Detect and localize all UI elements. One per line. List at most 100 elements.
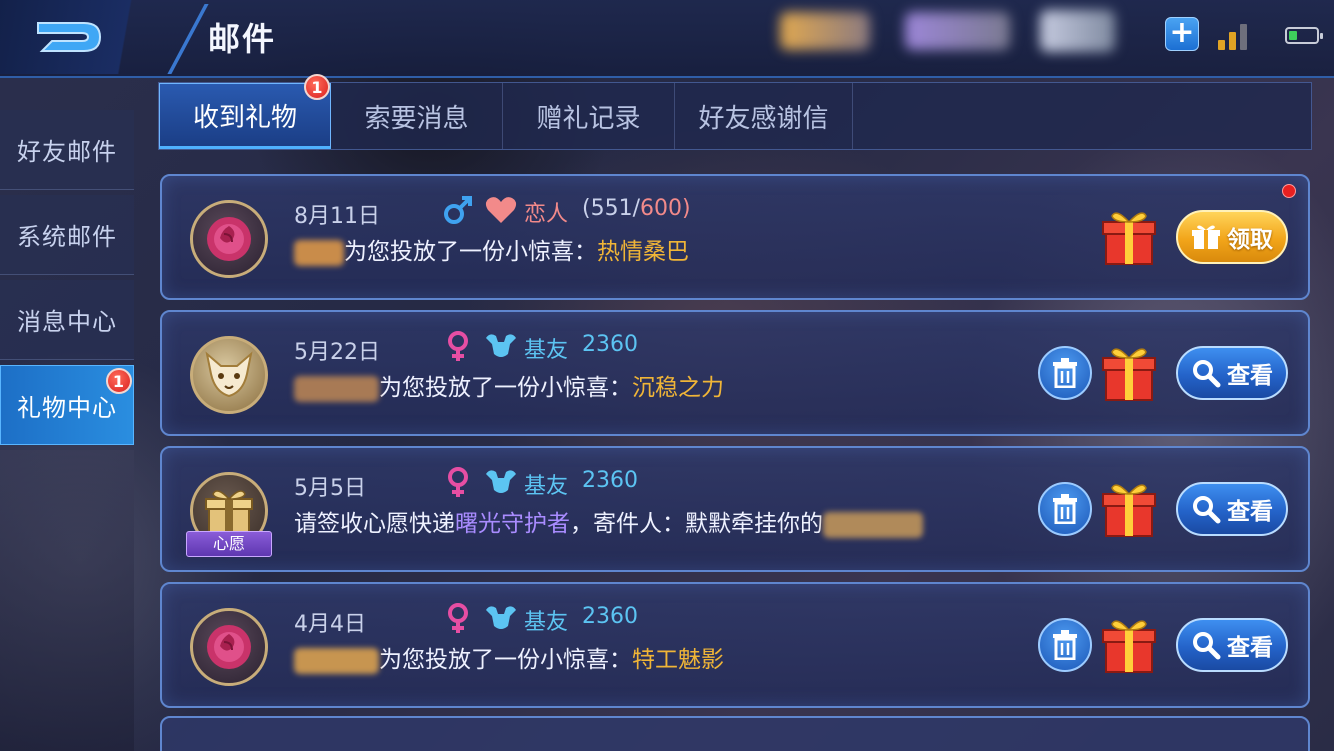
view-button[interactable]: 查看 — [1176, 482, 1288, 536]
magnifier-icon — [1193, 632, 1221, 660]
redacted-sender — [823, 511, 923, 538]
tab-label: 收到礼物 — [192, 102, 297, 133]
relation-label: 基友 — [524, 474, 569, 499]
mail-item[interactable]: 4月4日 基友 2360 为您投放了一份小惊喜：特工魅影 查看 — [160, 582, 1310, 708]
mail-date: 5月5日 — [294, 476, 366, 501]
gift-name: 曙光守护者 — [455, 511, 570, 537]
tab-label: 索要消息 — [364, 103, 469, 134]
tab-received-gifts[interactable]: 收到礼物 1 — [159, 74, 331, 149]
trash-icon — [1053, 630, 1077, 660]
muscle-icon — [486, 606, 516, 629]
magnifier-icon — [1193, 360, 1221, 388]
view-button[interactable]: 查看 — [1176, 346, 1288, 400]
notification-badge: 1 — [304, 74, 330, 100]
gift-box-icon — [1102, 348, 1156, 401]
sidebar-item-label: 好友邮件 — [17, 138, 117, 166]
relation-label: 恋人 — [524, 202, 569, 227]
fox-avatar — [190, 336, 268, 414]
delete-button[interactable] — [1038, 618, 1092, 672]
muscle-icon — [486, 470, 516, 493]
female-icon — [448, 331, 468, 361]
claim-label: 领取 — [1227, 227, 1273, 253]
sidebar-empty-area — [0, 450, 134, 751]
sidebar-item-gift-center[interactable]: 礼物中心 1 — [0, 365, 134, 445]
gift-box-icon — [1102, 212, 1156, 265]
back-arrow-icon — [37, 22, 102, 52]
notification-badge: 1 — [106, 368, 132, 394]
tab-label: 赠礼记录 — [536, 103, 641, 134]
redacted-currency — [780, 12, 870, 50]
rose-icon — [207, 217, 251, 261]
sidebar-item-friend-mail[interactable]: 好友邮件 — [0, 110, 134, 190]
view-label: 查看 — [1227, 499, 1273, 525]
gift-name: 热情桑巴 — [597, 239, 689, 265]
tab-request-messages[interactable]: 索要消息 — [331, 83, 503, 149]
battery-icon — [1285, 27, 1323, 44]
mail-date: 5月22日 — [294, 340, 380, 365]
mail-message: 为您投放了一份小惊喜：特工魅影 — [294, 640, 724, 674]
sidebar-item-message-center[interactable]: 消息中心 — [0, 280, 134, 360]
gift-name: 沉稳之力 — [632, 375, 724, 401]
sidebar-item-label: 礼物中心 — [17, 393, 117, 422]
magnifier-icon — [1193, 496, 1221, 524]
redacted-sender — [294, 375, 379, 402]
redacted-currency — [1040, 10, 1115, 52]
top-bar: 邮件 + — [0, 0, 1334, 78]
male-icon — [444, 196, 472, 224]
gift-box-icon — [1102, 620, 1156, 673]
sidebar: 好友邮件 系统邮件 消息中心 礼物中心 1 — [0, 80, 134, 751]
unread-indicator — [1282, 184, 1296, 198]
add-currency-button[interactable]: + — [1165, 17, 1199, 51]
mail-item[interactable]: 8月11日 恋人 (551/ 600) 为您投放了一份小惊喜：热情桑巴 领取 — [160, 174, 1310, 300]
view-button[interactable]: 查看 — [1176, 618, 1288, 672]
signal-bar — [1218, 40, 1225, 50]
gift-box-icon — [205, 490, 253, 535]
battery-level — [1289, 31, 1297, 40]
message-text: 请签收心愿快递 — [294, 511, 455, 537]
heart-icon — [485, 197, 517, 223]
signal-bar — [1229, 32, 1236, 50]
mail-item[interactable]: 心愿 5月5日 基友 2360 请签收心愿快递曙光守护者，寄件人：默默牵挂你的 … — [160, 446, 1310, 572]
gift-icon — [1192, 225, 1220, 249]
tab-thank-you-letters[interactable]: 好友感谢信 — [675, 83, 853, 149]
muscle-icon — [486, 334, 516, 357]
claim-button[interactable]: 领取 — [1176, 210, 1288, 264]
message-text: ，寄件人：默默牵挂你的 — [570, 511, 823, 537]
wish-tag: 心愿 — [186, 531, 272, 557]
mail-item-partial[interactable] — [160, 716, 1310, 751]
rose-avatar — [190, 200, 268, 278]
message-text: 为您投放了一份小惊喜： — [379, 647, 632, 673]
sidebar-item-label: 消息中心 — [17, 308, 117, 336]
message-text: 为您投放了一份小惊喜： — [379, 375, 632, 401]
sidebar-item-label: 系统邮件 — [17, 223, 117, 251]
mail-date: 4月4日 — [294, 612, 366, 637]
redacted-sender — [294, 239, 344, 266]
delete-button[interactable] — [1038, 346, 1092, 400]
intimacy-max: 600) — [640, 196, 691, 221]
intimacy-value: 2360 — [582, 468, 638, 493]
mail-message: 请签收心愿快递曙光守护者，寄件人：默默牵挂你的 — [294, 504, 923, 538]
redacted-currency — [905, 12, 1010, 50]
tab-label: 好友感谢信 — [698, 103, 829, 134]
mail-date: 8月11日 — [294, 204, 380, 229]
intimacy-value: 2360 — [582, 604, 638, 629]
trash-icon — [1053, 358, 1077, 388]
relation-label: 基友 — [524, 338, 569, 363]
rose-icon — [207, 625, 251, 669]
view-label: 查看 — [1227, 635, 1273, 661]
intimacy-value: 2360 — [582, 332, 638, 357]
tab-gift-history[interactable]: 赠礼记录 — [503, 83, 675, 149]
message-text: 为您投放了一份小惊喜： — [344, 239, 597, 265]
trash-icon — [1053, 494, 1077, 524]
mail-item[interactable]: 5月22日 基友 2360 为您投放了一份小惊喜：沉稳之力 查看 — [160, 310, 1310, 436]
sidebar-item-system-mail[interactable]: 系统邮件 — [0, 195, 134, 275]
gift-box-icon — [1102, 484, 1156, 537]
page-title: 邮件 — [208, 20, 277, 58]
female-icon — [448, 467, 468, 497]
mail-message: 为您投放了一份小惊喜：热情桑巴 — [294, 232, 689, 266]
intimacy-value: (551/ — [582, 196, 640, 221]
gift-name: 特工魅影 — [632, 647, 724, 673]
delete-button[interactable] — [1038, 482, 1092, 536]
tab-bar: 收到礼物 1 索要消息 赠礼记录 好友感谢信 — [158, 74, 1312, 150]
female-icon — [448, 603, 468, 633]
